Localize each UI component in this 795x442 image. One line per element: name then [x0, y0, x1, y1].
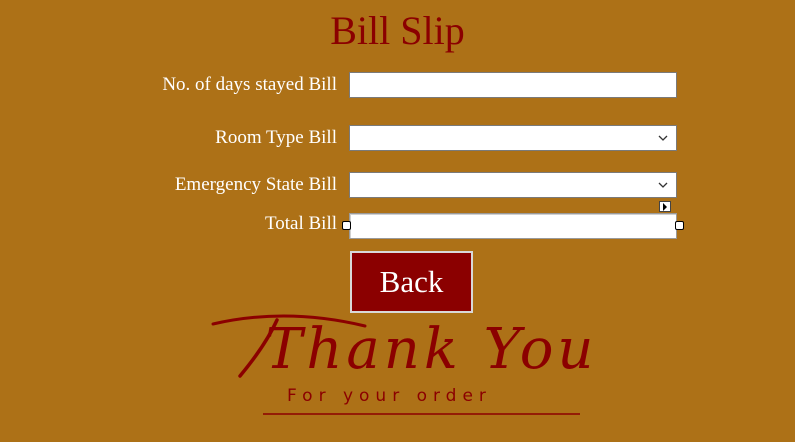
resize-handle-icon[interactable]	[675, 221, 684, 230]
days-stayed-label: No. of days stayed Bill	[162, 74, 337, 95]
room-type-label: Room Type Bill	[215, 127, 337, 148]
smart-tag-arrow-icon	[663, 203, 667, 211]
thank-you-headline: Thank You	[265, 317, 598, 382]
room-type-select[interactable]	[349, 125, 677, 151]
smart-tag-button[interactable]	[659, 201, 671, 212]
resize-handle-icon[interactable]	[342, 221, 351, 230]
emergency-state-label: Emergency State Bill	[174, 174, 337, 195]
chevron-down-icon[interactable]	[658, 180, 668, 190]
total-bill-label: Total Bill	[264, 213, 337, 234]
page-title: Bill Slip	[330, 8, 465, 53]
days-stayed-input[interactable]	[350, 73, 676, 97]
days-stayed-field[interactable]	[349, 72, 677, 98]
thank-you-subline: For your order	[287, 386, 492, 406]
total-bill-field[interactable]	[349, 213, 677, 239]
emergency-state-select[interactable]	[349, 172, 677, 198]
total-bill-input[interactable]	[350, 214, 676, 238]
thank-you-graphic: Thank You For your order	[211, 314, 598, 415]
chevron-down-icon[interactable]	[658, 133, 668, 143]
